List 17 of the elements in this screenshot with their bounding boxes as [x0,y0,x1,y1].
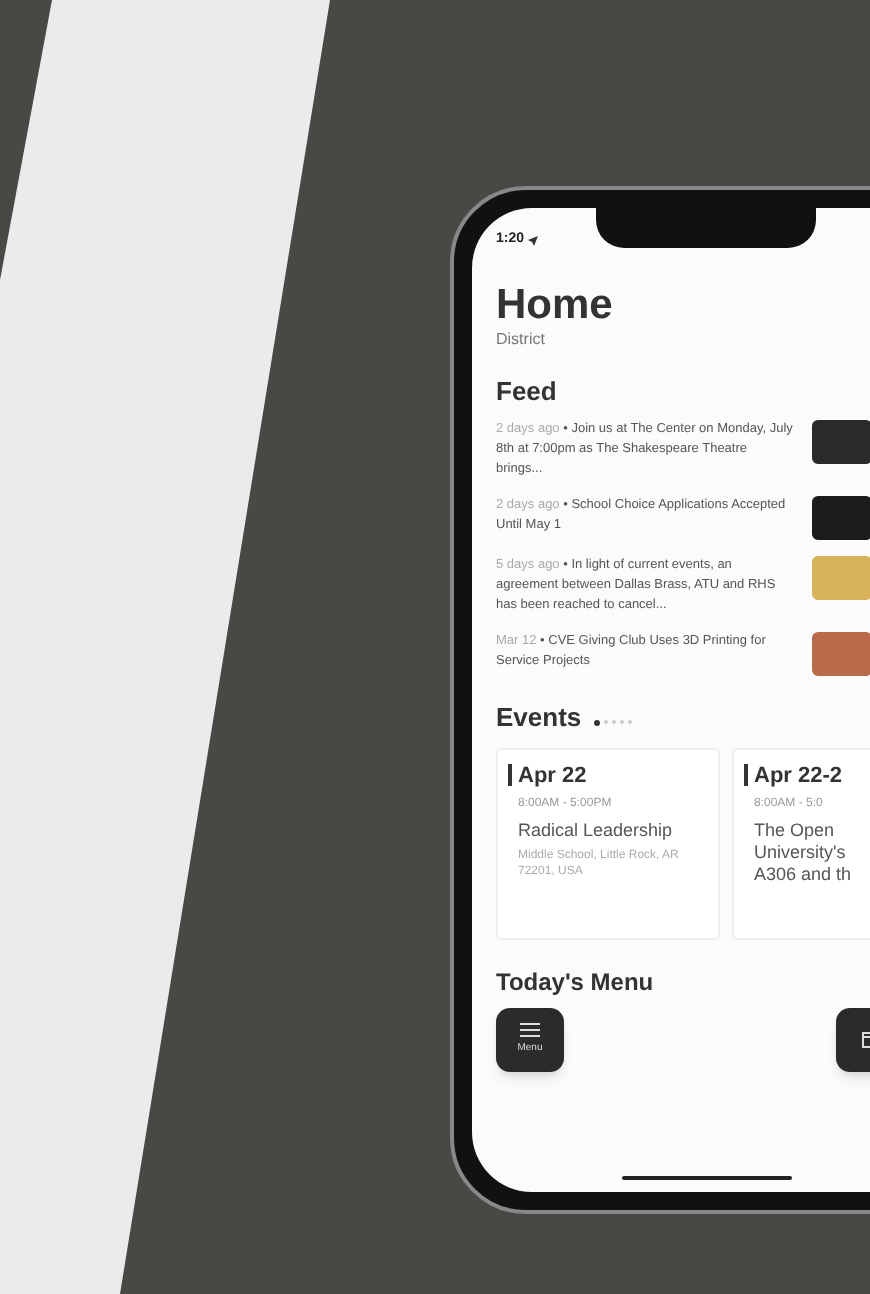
event-date: Apr 22 [518,761,587,791]
photo-placeholder [812,631,870,675]
page-title: Home [496,284,613,328]
accent-bar [744,764,748,787]
photo-placeholder [812,495,870,539]
event-date: Apr 22-2 [754,761,843,791]
section-heading: Feed [496,374,559,410]
menu-icon [520,1021,540,1038]
photo-placeholder [812,419,870,463]
section-heading: Events [496,703,582,731]
page-subtitle: District [496,328,547,352]
event-name: Radical Leadership [518,820,675,842]
photo-placeholder [812,555,870,599]
location-arrow-icon [528,235,539,245]
event-name: The Open University's A306 and th [754,820,854,886]
section-heading: Today's Menu [496,965,656,999]
accent-bar [508,764,512,787]
